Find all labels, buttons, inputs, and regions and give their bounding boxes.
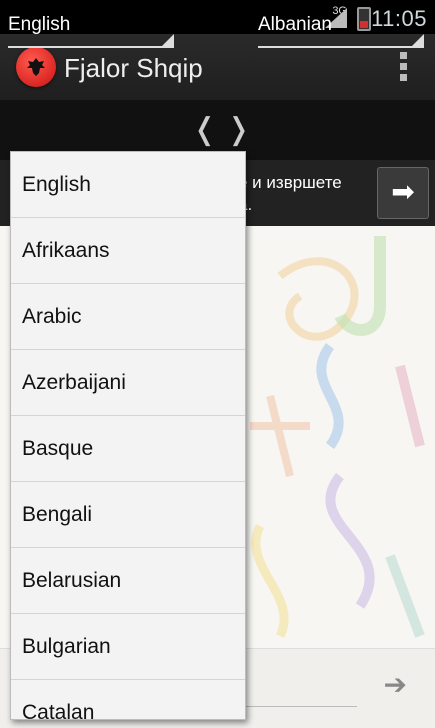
dropdown-arrow-icon bbox=[162, 34, 174, 46]
source-language-spinner[interactable]: English bbox=[8, 14, 174, 48]
arrow-right-icon[interactable]: ➔ bbox=[384, 668, 407, 701]
dropdown-item[interactable]: Catalan bbox=[11, 680, 245, 719]
input-text-line: а. bbox=[238, 194, 342, 216]
dropdown-item[interactable]: Afrikaans bbox=[11, 218, 245, 284]
target-language-spinner[interactable]: Albanian bbox=[258, 14, 424, 48]
dropdown-arrow-icon bbox=[412, 34, 424, 46]
input-text-line: е и извршете bbox=[238, 173, 342, 192]
swap-right-icon[interactable]: ❭ bbox=[226, 112, 251, 147]
dropdown-item[interactable]: Arabic bbox=[11, 284, 245, 350]
dropdown-item[interactable]: Basque bbox=[11, 416, 245, 482]
app-title: Fjalor Shqip bbox=[64, 53, 203, 83]
dropdown-item[interactable]: Azerbaijani bbox=[11, 350, 245, 416]
language-dropdown[interactable]: English Afrikaans Arabic Azerbaijani Bas… bbox=[10, 151, 246, 720]
albanian-flag-logo-icon[interactable] bbox=[16, 47, 56, 87]
input-text[interactable]: е и извршете а. bbox=[238, 172, 342, 216]
target-language-label: Albanian bbox=[258, 14, 332, 35]
dropdown-item[interactable]: Belarusian bbox=[11, 548, 245, 614]
translate-button[interactable]: ➡ bbox=[377, 167, 429, 219]
overflow-menu-icon[interactable] bbox=[399, 52, 409, 82]
source-language-label: English bbox=[8, 14, 71, 35]
input-underline bbox=[245, 706, 357, 707]
arrow-right-icon: ➡ bbox=[391, 176, 415, 207]
swap-left-icon[interactable]: ❬ bbox=[192, 112, 217, 147]
dropdown-item[interactable]: Bulgarian bbox=[11, 614, 245, 680]
dropdown-item[interactable]: English bbox=[11, 152, 245, 218]
dropdown-item[interactable]: Bengali bbox=[11, 482, 245, 548]
